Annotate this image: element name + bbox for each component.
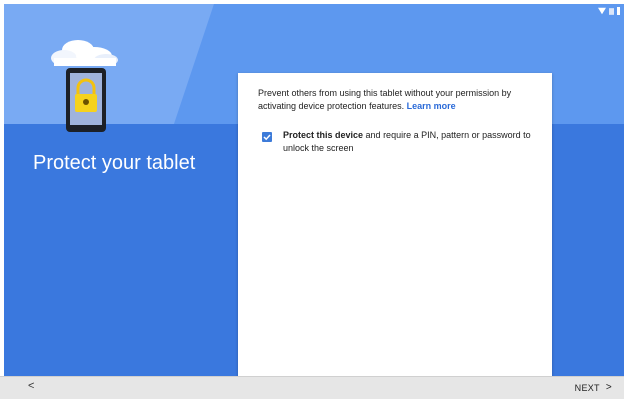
tablet-lock-icon [66, 68, 106, 132]
bottom-navigation-bar: < NEXT > [0, 376, 624, 399]
content-card: Prevent others from using this tablet wi… [238, 73, 552, 376]
cloud-icon [51, 40, 118, 66]
signal-icon [609, 7, 614, 15]
page-title: Protect your tablet [33, 152, 196, 174]
checkmark-icon [263, 134, 271, 141]
status-bar [584, 4, 624, 20]
card-description: Prevent others from using this tablet wi… [258, 87, 538, 113]
description-text: Prevent others from using this tablet wi… [258, 88, 512, 111]
option-bold-text: Protect this device [283, 130, 364, 140]
chevron-right-icon: > [605, 382, 612, 393]
setup-screen: Protect your tablet Prevent others from … [4, 4, 624, 376]
battery-icon [617, 7, 620, 15]
wifi-icon [598, 7, 606, 15]
protect-device-label: Protect this device and require a PIN, p… [283, 129, 543, 155]
protect-device-checkbox[interactable] [262, 132, 272, 142]
back-button[interactable]: < [24, 380, 38, 392]
next-label: NEXT [574, 382, 600, 393]
next-button[interactable]: NEXT > [575, 382, 612, 393]
learn-more-link[interactable]: Learn more [407, 101, 456, 111]
